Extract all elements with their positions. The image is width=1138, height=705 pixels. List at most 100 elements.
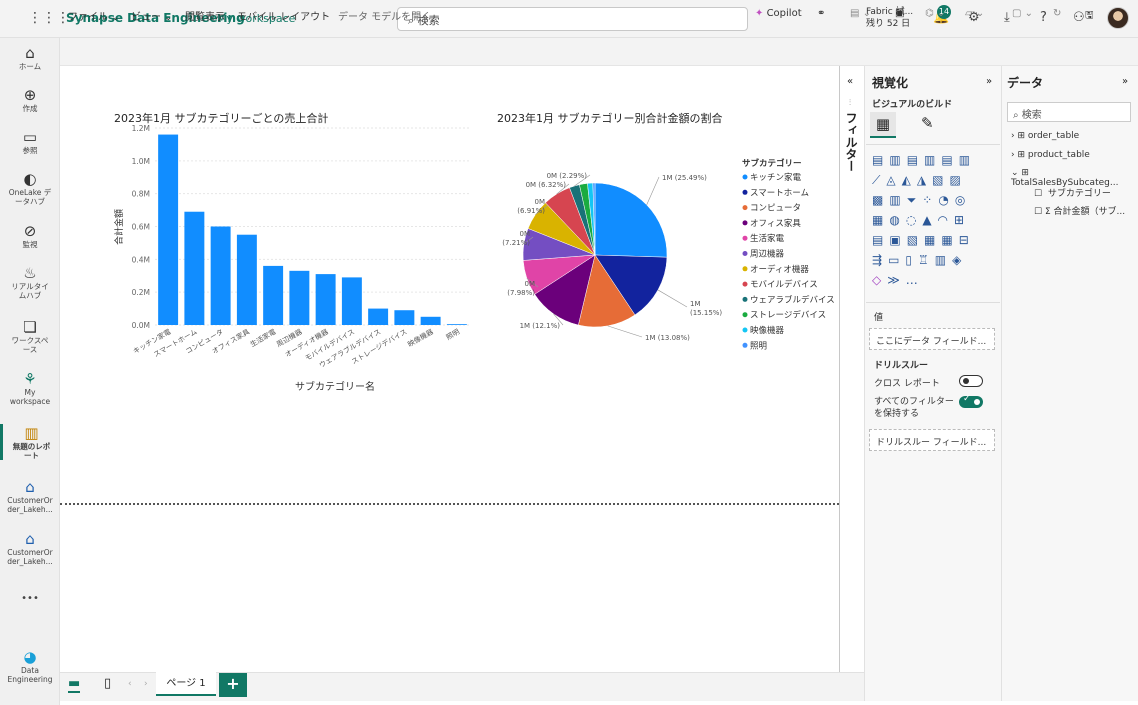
bar[interactable] bbox=[368, 308, 389, 325]
add-page-button[interactable]: + bbox=[219, 673, 247, 697]
download-icon[interactable]: ⤓ bbox=[1004, 10, 1010, 25]
matrix-icon[interactable]: ▦ bbox=[941, 233, 958, 247]
pie-chart[interactable]: 1M (25.49%) 1M(15.15%) 1M (13.08%) 1M (12.1… bbox=[490, 130, 840, 370]
visual-type-gallery[interactable]: ▤▥▤▥▤▥ ⟋◬◭◮▧▨ ▩▥⏷⁘◔◎ ▦◍◌▲◠⊞ ▤▣▧▦▦⊟ ⇶▭▯♖▥… bbox=[872, 150, 997, 290]
bar[interactable] bbox=[446, 324, 467, 325]
textbox-icon[interactable]: ▤ ⌄ bbox=[850, 8, 871, 19]
bookmark-icon[interactable]: ▢ ⌄ bbox=[1012, 8, 1033, 19]
bar[interactable] bbox=[341, 277, 362, 325]
help-icon[interactable]: ? bbox=[1040, 10, 1047, 25]
azure-map-icon[interactable]: ▲ bbox=[922, 213, 937, 227]
bar-chart[interactable]: 0.0M0.2M0.4M0.6M0.8M1.0M1.2Mキッチン家電スマートホー… bbox=[100, 120, 480, 410]
nav-browse[interactable]: ▭ 参照 bbox=[0, 128, 60, 155]
desktop-layout-icon[interactable]: ▬ bbox=[68, 676, 81, 693]
cross-report-toggle[interactable] bbox=[959, 375, 983, 387]
nav-onelake[interactable]: ◐ OneLake デ ータハブ bbox=[0, 170, 60, 206]
mobile-layout-icon[interactable]: ▯ bbox=[104, 676, 111, 691]
filter-pin-icon[interactable]: ⫶ bbox=[849, 98, 851, 108]
narrative-icon[interactable]: ▯ bbox=[905, 253, 918, 267]
file-menu[interactable]: ファイル ⌄ bbox=[68, 8, 120, 23]
collapse-left-icon[interactable]: « bbox=[847, 76, 853, 87]
values-drop-field[interactable]: ここにデータ フィールド... bbox=[869, 328, 995, 350]
nav-my-workspace[interactable]: ⚘ My workspace bbox=[0, 370, 60, 406]
bar[interactable] bbox=[158, 134, 179, 325]
bar[interactable] bbox=[420, 316, 441, 325]
ribbon-icon[interactable]: ▥ bbox=[889, 193, 906, 207]
checkbox[interactable]: ☐ bbox=[1034, 189, 1042, 199]
pie-slice[interactable] bbox=[594, 182, 668, 258]
scatter-icon[interactable]: ⁘ bbox=[922, 193, 938, 207]
field-total-amount[interactable]: ☐ Σ 合計金額（サブ... bbox=[1034, 204, 1125, 217]
kpi-icon[interactable]: ▣ bbox=[889, 233, 906, 247]
waterfall-icon[interactable]: ▩ bbox=[872, 193, 889, 207]
bar[interactable] bbox=[210, 226, 231, 326]
nav-more[interactable]: ••• bbox=[0, 594, 60, 604]
share-people-icon[interactable]: ⚇ bbox=[1073, 10, 1085, 25]
map-icon[interactable]: ◍ bbox=[889, 213, 905, 227]
bar[interactable] bbox=[184, 211, 205, 325]
shapes-icon[interactable]: ⌬ ⌄ bbox=[925, 8, 945, 19]
area-chart-icon[interactable]: ◬ bbox=[886, 173, 901, 187]
expand-right-icon[interactable]: » bbox=[1122, 76, 1128, 87]
next-page-icon[interactable]: › bbox=[144, 679, 148, 689]
bar[interactable] bbox=[394, 310, 415, 325]
nav-data-engineering[interactable]: ◕ Data Engineering bbox=[0, 648, 60, 684]
reading-view-button[interactable]: 閲覧表示 bbox=[185, 8, 225, 23]
expand-right-icon[interactable]: » bbox=[986, 76, 992, 87]
app-launcher-icon[interactable]: ⋮⋮⋮ bbox=[28, 10, 70, 26]
table-totalsales[interactable]: ⌄ ⊞ TotalSalesBySubcateg... bbox=[1011, 168, 1138, 188]
save-icon[interactable]: 🖫 bbox=[1085, 8, 1094, 25]
paginated-icon[interactable]: ▥ bbox=[935, 253, 952, 267]
nav-lakehouse-2[interactable]: ⌂ CustomerOr der_Lakeh... bbox=[0, 530, 60, 566]
filters-label[interactable]: フィルター bbox=[844, 112, 860, 172]
nav-realtime[interactable]: ♨ リアルタイ ムハブ bbox=[0, 264, 60, 300]
binoculars-icon[interactable]: ⚭ bbox=[817, 8, 825, 19]
refresh-icon[interactable]: ↻ bbox=[1053, 8, 1061, 19]
copilot-button[interactable]: ✦ Copilot bbox=[755, 8, 802, 19]
checkbox[interactable]: ☐ bbox=[1034, 207, 1042, 217]
trial-status[interactable]: Fabric 試... 残り 52 日 bbox=[866, 6, 913, 30]
stacked-bar-icon[interactable]: ▤ bbox=[872, 153, 889, 167]
gauge-icon[interactable]: ◠ bbox=[938, 213, 954, 227]
ribbon-chart-icon[interactable]: ◮ bbox=[917, 173, 932, 187]
donut-icon[interactable]: ◎ bbox=[955, 193, 971, 207]
clustered-bar-icon[interactable]: ▤ bbox=[907, 153, 924, 167]
bar[interactable] bbox=[289, 270, 310, 325]
line-column-icon[interactable]: ▧ bbox=[932, 173, 949, 187]
data-search-input[interactable]: ⌕ 検索 bbox=[1007, 102, 1131, 122]
goals-icon[interactable]: ♖ bbox=[918, 253, 935, 267]
drillthrough-drop-field[interactable]: ドリルスルー フィールド... bbox=[869, 429, 995, 451]
key-influencers-icon[interactable]: ⇶ bbox=[872, 253, 888, 267]
bar[interactable] bbox=[263, 265, 284, 325]
ellipsis-icon[interactable]: … bbox=[906, 273, 924, 287]
nav-monitor[interactable]: ⊘ 監視 bbox=[0, 222, 60, 249]
table-visual-icon[interactable]: ▦ bbox=[924, 233, 941, 247]
100-bar-icon[interactable]: ▤ bbox=[941, 153, 958, 167]
filled-map-icon[interactable]: ◌ bbox=[906, 213, 922, 227]
global-search-input[interactable]: ⌕ 検索 bbox=[397, 7, 748, 31]
nav-home[interactable]: ⌂ ホーム bbox=[0, 44, 60, 71]
multi-row-card-icon[interactable]: ▤ bbox=[872, 233, 889, 247]
slicer-icon[interactable]: ▧ bbox=[907, 233, 924, 247]
pie-icon[interactable]: ◔ bbox=[938, 193, 954, 207]
comment-icon[interactable]: ▱ ⌄ bbox=[965, 8, 984, 19]
avatar[interactable] bbox=[1107, 7, 1129, 29]
line-stacked-icon[interactable]: ▨ bbox=[949, 173, 966, 187]
funnel-icon[interactable]: ⏷ bbox=[907, 193, 923, 207]
mobile-layout-button[interactable]: モバイル レイアウト bbox=[237, 8, 330, 23]
treemap-icon[interactable]: ▦ bbox=[872, 213, 889, 227]
more-visuals-icon[interactable]: ≫ bbox=[887, 273, 906, 287]
decomposition-icon[interactable]: ⊟ bbox=[959, 233, 975, 247]
build-visual-tab[interactable]: ▦ bbox=[870, 112, 896, 138]
line-chart-icon[interactable]: ⟋ bbox=[872, 173, 886, 187]
nav-workspaces[interactable]: ❏ ワークスペ ース bbox=[0, 318, 60, 354]
table-order[interactable]: › ⊞ order_table bbox=[1011, 131, 1079, 141]
field-subcategory[interactable]: ☐ サブカテゴリー bbox=[1034, 186, 1111, 199]
nav-create[interactable]: ⊕ 作成 bbox=[0, 86, 60, 113]
100-column-icon[interactable]: ▥ bbox=[959, 153, 976, 167]
clustered-column-icon[interactable]: ▥ bbox=[924, 153, 941, 167]
stacked-column-icon[interactable]: ▥ bbox=[889, 153, 906, 167]
page-tab-1[interactable]: ページ 1 bbox=[156, 672, 216, 696]
table-product[interactable]: › ⊞ product_table bbox=[1011, 150, 1090, 160]
bar[interactable] bbox=[236, 234, 257, 325]
